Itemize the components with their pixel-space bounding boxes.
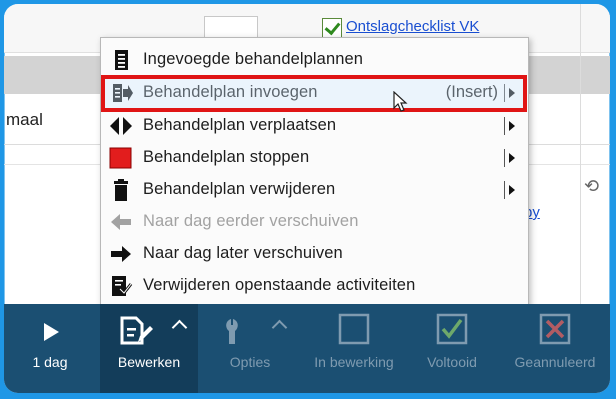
submenu-divider bbox=[504, 149, 505, 167]
background-top-link[interactable]: Ontslagchecklist VK bbox=[346, 18, 479, 35]
toolbar-label: Geannuleerd bbox=[514, 354, 596, 370]
wrench-icon bbox=[226, 319, 238, 344]
stop-icon bbox=[109, 147, 132, 169]
cancelled-box-icon bbox=[539, 313, 571, 345]
background-column-divider bbox=[580, 4, 581, 304]
background-small-icon: ⟲ bbox=[584, 176, 600, 196]
toolbar-label: Bewerken bbox=[117, 354, 181, 370]
menu-item-label: Behandelplan stoppen bbox=[143, 148, 310, 166]
submenu-arrow-icon bbox=[509, 185, 515, 195]
menu-item-naar-dag-later-verschuiven[interactable]: Naar dag later verschuiven bbox=[101, 238, 528, 268]
submenu-arrow-icon bbox=[509, 121, 515, 131]
toolbar-button-opties[interactable]: Opties bbox=[202, 304, 298, 393]
menu-item-label: Naar dag later verschuiven bbox=[143, 244, 343, 262]
toolbar-button-1-dag[interactable]: 1 dag bbox=[4, 304, 96, 393]
arrow-right-icon bbox=[111, 246, 131, 262]
menu-item-label: Ingevoegde behandelplannen bbox=[143, 50, 364, 68]
menu-item-naar-dag-eerder-verschuiven[interactable]: Naar dag eerder verschuiven bbox=[101, 206, 528, 236]
submenu-divider bbox=[504, 181, 505, 199]
menu-item-behandelplan-verplaatsen[interactable]: Behandelplan verplaatsen bbox=[101, 110, 528, 140]
edit-icon bbox=[120, 316, 153, 345]
menu-item-behandelplan-verwijderen[interactable]: Behandelplan verwijderen bbox=[101, 174, 528, 204]
trash-icon bbox=[114, 179, 128, 201]
toolbar-label: 1 dag bbox=[32, 354, 68, 370]
document-list-icon bbox=[115, 50, 128, 70]
checked-box-icon bbox=[436, 313, 468, 345]
menu-item-label: Naar dag eerder verschuiven bbox=[143, 212, 359, 230]
bottom-toolbar: 1 dag Bewerken Opties In bewerking Volto… bbox=[4, 304, 610, 393]
submenu-divider bbox=[504, 117, 505, 135]
toolbar-button-voltooid[interactable]: Voltooid bbox=[412, 304, 492, 393]
menu-item-label: Behandelplan verplaatsen bbox=[143, 116, 337, 134]
remove-activities-icon bbox=[112, 276, 133, 296]
toolbar-label: In bewerking bbox=[314, 354, 394, 370]
empty-checkbox-icon bbox=[338, 313, 370, 345]
caret-up-icon[interactable] bbox=[171, 319, 188, 336]
background-row-label: maal bbox=[6, 110, 43, 129]
toolbar-button-geannuleerd[interactable]: Geannuleerd bbox=[500, 304, 610, 393]
menu-item-label: Verwijderen openstaande activiteiten bbox=[143, 276, 416, 294]
highlight-box bbox=[101, 75, 527, 112]
menu-item-ingevoegde-behandelplannen[interactable]: Ingevoegde behandelplannen bbox=[101, 44, 528, 74]
arrow-left-icon bbox=[111, 214, 131, 230]
move-icon bbox=[110, 117, 132, 135]
toolbar-button-in-bewerking[interactable]: In bewerking bbox=[302, 304, 406, 393]
app-window: Ontslagchecklist VK maal ⟲ py Ingevoegde… bbox=[4, 4, 610, 393]
mouse-cursor-icon bbox=[393, 91, 408, 112]
toolbar-label: Opties bbox=[229, 354, 271, 370]
toolbar-label: Voltooid bbox=[427, 354, 477, 370]
caret-up-icon[interactable] bbox=[271, 319, 288, 336]
menu-item-verwijderen-openstaande-activiteiten[interactable]: Verwijderen openstaande activiteiten bbox=[101, 270, 528, 300]
submenu-arrow-icon bbox=[509, 153, 515, 163]
play-icon bbox=[44, 323, 59, 341]
toolbar-button-bewerken[interactable]: Bewerken bbox=[100, 304, 198, 393]
background-checkbox[interactable] bbox=[322, 18, 342, 38]
menu-item-label: Behandelplan verwijderen bbox=[143, 180, 336, 198]
menu-item-behandelplan-stoppen[interactable]: Behandelplan stoppen bbox=[101, 142, 528, 172]
